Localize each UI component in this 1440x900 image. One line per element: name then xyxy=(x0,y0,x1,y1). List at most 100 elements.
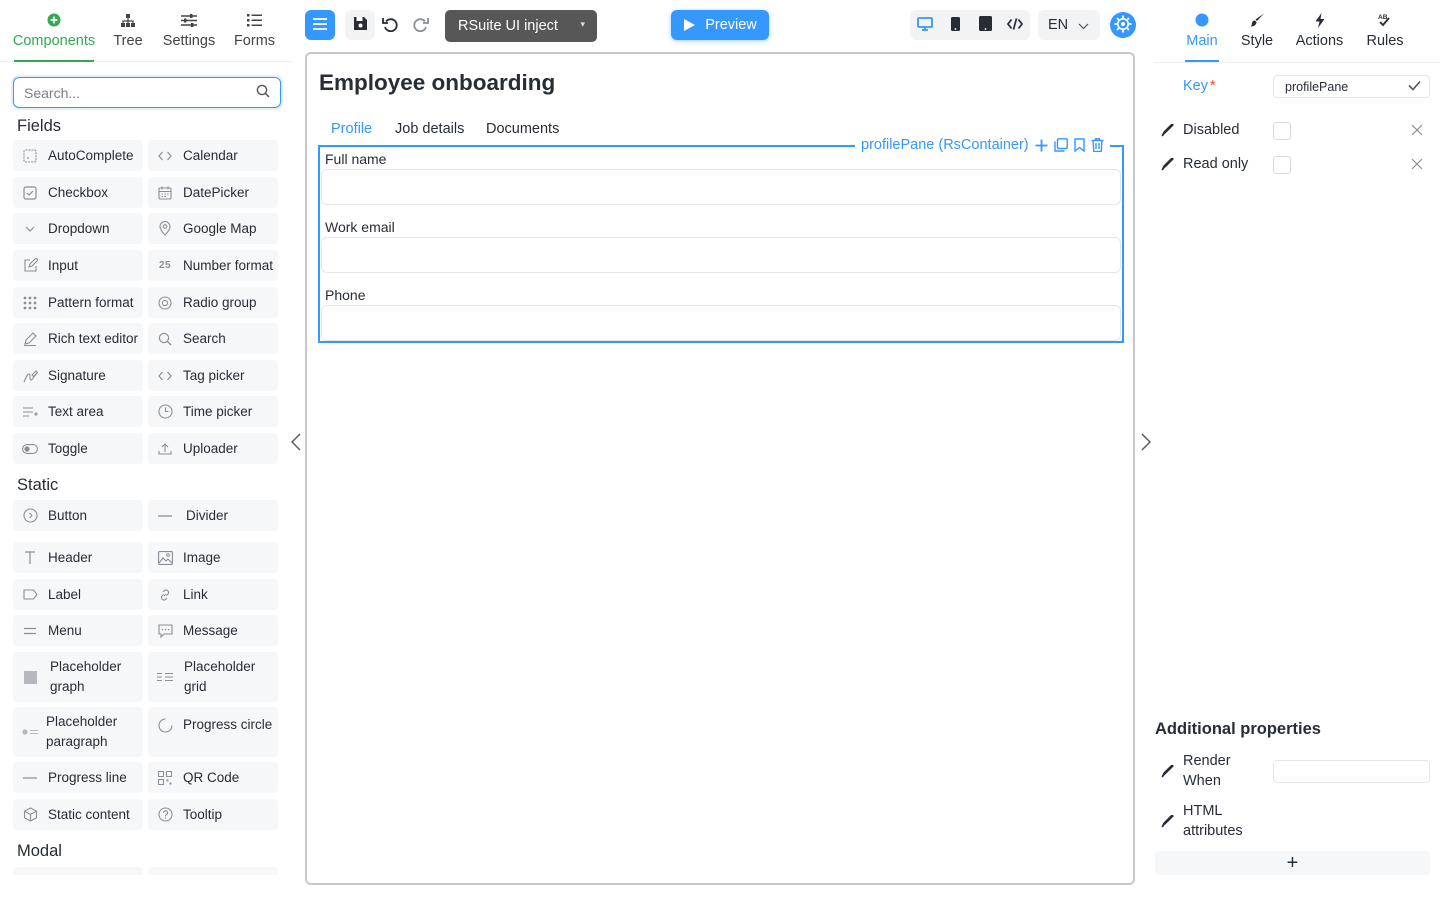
tab-forms[interactable]: Forms xyxy=(233,10,276,62)
tab-settings[interactable]: Settings xyxy=(162,10,216,62)
component-dropdown[interactable]: Dropdown xyxy=(13,213,143,244)
tab-components[interactable]: Components xyxy=(13,10,95,62)
tab-rules[interactable]: AB Rules xyxy=(1366,10,1403,62)
disabled-label: Disabled xyxy=(1183,122,1240,138)
redo-button[interactable] xyxy=(407,10,433,40)
component-label: Text area xyxy=(48,403,104,419)
check-icon[interactable] xyxy=(1408,80,1421,94)
theme-settings-button[interactable] xyxy=(1110,12,1136,38)
close-icon[interactable] xyxy=(1410,123,1424,137)
component-button[interactable]: Button xyxy=(13,500,143,531)
component-label[interactable]: Label xyxy=(13,579,143,610)
component-autocomplete[interactable]: AutoComplete xyxy=(13,140,143,171)
project-select[interactable]: RSuite UI inject ▾ xyxy=(445,10,597,42)
pipette-icon[interactable] xyxy=(1160,157,1174,171)
bookmark-icon[interactable] xyxy=(1073,138,1085,152)
tab-job-details[interactable]: Job details xyxy=(395,121,464,137)
component-placeholder-graph[interactable]: Placeholder graph xyxy=(13,652,143,702)
progress-circle-icon xyxy=(156,716,174,734)
full-name-input[interactable] xyxy=(321,169,1121,205)
component-label: Tag picker xyxy=(183,367,245,383)
component-label: Header xyxy=(48,549,93,565)
search-icon xyxy=(156,330,174,348)
key-input[interactable]: profilePane xyxy=(1273,75,1430,98)
component-tag-picker[interactable]: Tag picker xyxy=(148,360,278,391)
tab-actions[interactable]: Actions xyxy=(1296,10,1343,62)
component-number-format[interactable]: 25 Number format xyxy=(148,250,278,281)
component-modal-item[interactable] xyxy=(13,867,143,875)
tab-actions-label: Actions xyxy=(1295,33,1344,49)
close-icon[interactable] xyxy=(1410,157,1424,171)
component-qr-code[interactable]: QR Code xyxy=(148,762,278,793)
component-checkbox[interactable]: Checkbox xyxy=(13,177,143,208)
pipette-icon[interactable] xyxy=(1160,814,1174,828)
save-button[interactable] xyxy=(345,10,375,40)
tablet-view-button[interactable] xyxy=(970,10,1000,40)
dot-icon xyxy=(1195,10,1209,30)
phone-input[interactable] xyxy=(321,305,1121,341)
disabled-checkbox[interactable] xyxy=(1273,122,1291,140)
component-image[interactable]: Image xyxy=(148,542,278,573)
trash-icon[interactable] xyxy=(1091,138,1104,152)
copy-icon[interactable] xyxy=(1053,138,1068,152)
component-progress-circle[interactable]: Progress circle xyxy=(148,707,278,757)
component-link[interactable]: Link xyxy=(148,579,278,610)
component-modal-item[interactable] xyxy=(148,867,278,875)
component-datepicker[interactable]: DatePicker xyxy=(148,177,278,208)
preview-button[interactable]: Preview xyxy=(671,10,769,40)
component-label: Message xyxy=(183,622,238,638)
pipette-icon[interactable] xyxy=(1160,764,1174,778)
device-switcher xyxy=(910,10,1030,40)
component-placeholder-paragraph[interactable]: Placeholder paragraph xyxy=(13,707,143,757)
component-uploader[interactable]: Uploader xyxy=(148,433,278,464)
component-time-picker[interactable]: Time picker xyxy=(148,396,278,427)
component-header[interactable]: Header xyxy=(13,542,143,573)
add-child-icon[interactable] xyxy=(1035,139,1048,152)
search-input[interactable] xyxy=(24,84,256,101)
desktop-view-button[interactable] xyxy=(910,10,940,40)
undo-button[interactable] xyxy=(377,10,403,40)
read-only-checkbox[interactable] xyxy=(1273,156,1291,174)
collapse-left-panel-button[interactable] xyxy=(289,432,303,454)
component-radio-group[interactable]: Radio group xyxy=(148,287,278,318)
search-icon[interactable] xyxy=(256,84,270,101)
component-divider[interactable]: Divider xyxy=(148,500,278,531)
read-only-label: Read only xyxy=(1183,156,1249,172)
component-input[interactable]: Input xyxy=(13,250,143,281)
component-placeholder-grid[interactable]: Placeholder grid xyxy=(148,652,278,702)
tab-documents[interactable]: Documents xyxy=(486,121,559,137)
component-label-text: Label xyxy=(48,586,82,602)
component-toggle[interactable]: Toggle xyxy=(13,433,143,464)
component-progress-line[interactable]: Progress line xyxy=(13,762,143,793)
project-select-value: RSuite UI inject xyxy=(458,18,558,34)
caret-down-icon: ▾ xyxy=(580,19,585,29)
pipette-icon[interactable] xyxy=(1160,123,1174,137)
profile-pane-container[interactable]: Full name Work email Phone xyxy=(318,145,1124,343)
tab-main[interactable]: Main xyxy=(1185,10,1219,62)
component-label: Placeholder graph xyxy=(50,659,122,694)
tab-tree[interactable]: Tree xyxy=(112,10,144,62)
component-pattern-format[interactable]: Pattern format xyxy=(13,287,143,318)
tab-style[interactable]: Style xyxy=(1241,10,1273,62)
design-canvas[interactable]: Employee onboarding Profile Job details … xyxy=(305,52,1135,885)
tab-forms-label: Forms xyxy=(233,33,276,49)
component-search[interactable]: Search xyxy=(148,323,278,354)
component-calendar[interactable]: Calendar xyxy=(148,140,278,171)
work-email-input[interactable] xyxy=(321,237,1121,273)
language-select[interactable]: EN xyxy=(1038,10,1100,40)
render-when-input[interactable] xyxy=(1273,760,1430,783)
phone-view-button[interactable] xyxy=(940,10,970,40)
component-static-content[interactable]: Static content xyxy=(13,799,143,830)
tab-profile[interactable]: Profile xyxy=(331,121,372,137)
add-property-button[interactable]: + xyxy=(1155,851,1430,875)
component-rich-text-editor[interactable]: Rich text editor xyxy=(13,323,143,354)
component-text-area[interactable]: Text area xyxy=(13,396,143,427)
code-view-button[interactable] xyxy=(1000,10,1030,40)
component-message[interactable]: Message xyxy=(148,615,278,646)
menu-button[interactable] xyxy=(305,10,335,40)
sliders-icon xyxy=(181,10,197,30)
component-menu[interactable]: Menu xyxy=(13,615,143,646)
component-signature[interactable]: Signature xyxy=(13,360,143,391)
component-google-map[interactable]: Google Map xyxy=(148,213,278,244)
component-tooltip[interactable]: Tooltip xyxy=(148,799,278,830)
